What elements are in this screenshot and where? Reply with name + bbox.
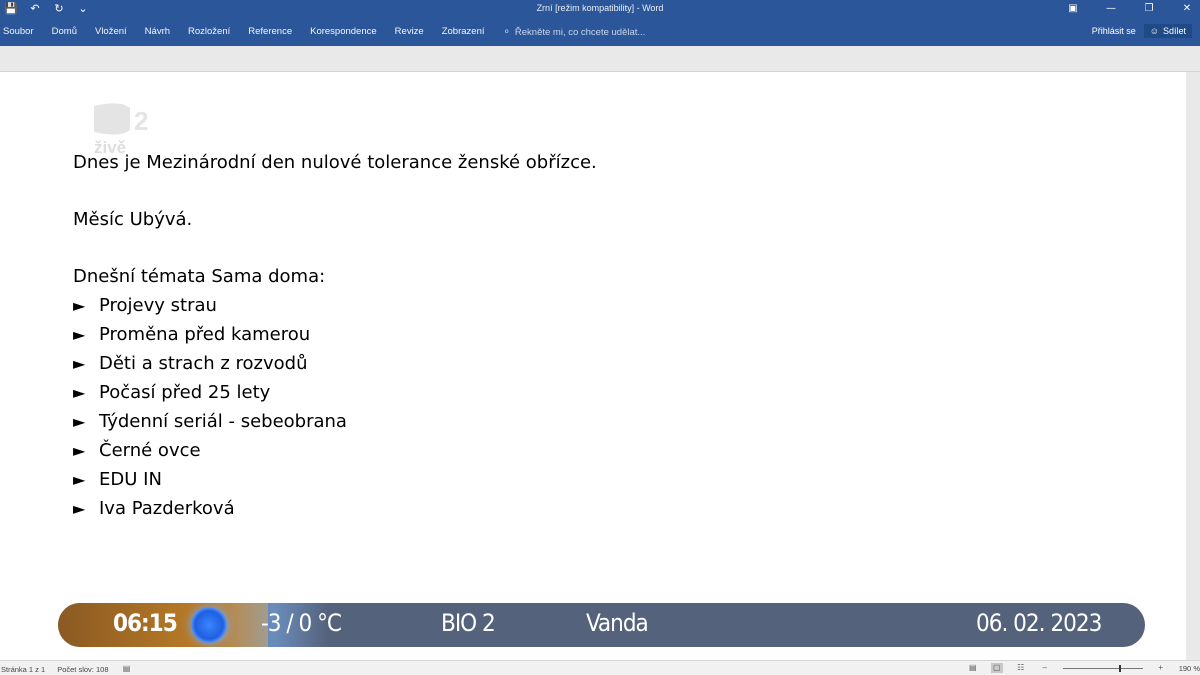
list-item: ► Týdenní seriál - sebeobrana — [73, 407, 597, 436]
zoom-out-icon[interactable]: – — [1039, 663, 1051, 673]
ribbon-tabs: Soubor Domů Vložení Návrh Rozložení Refe… — [0, 26, 654, 40]
paragraph-moon: Měsíc Ubývá. — [73, 209, 193, 230]
bullet-arrow-icon: ► — [73, 354, 86, 373]
status-right: ▤ ▢ ☷ – + 190 % — [967, 663, 1200, 673]
list-item-text: Proměna před kamerou — [99, 324, 311, 345]
tab-insert[interactable]: Vložení — [86, 26, 136, 40]
word-count[interactable]: Počet slov: 108 — [57, 665, 108, 674]
list-item: ► Proměna před kamerou — [73, 320, 597, 349]
window-controls: ▣ — ❐ ✕ — [1066, 2, 1194, 16]
zoom-in-icon[interactable]: + — [1155, 663, 1167, 673]
document-body[interactable]: Dnes je Mezinárodní den nulové tolerance… — [73, 148, 597, 523]
read-mode-icon[interactable]: ▤ — [967, 663, 979, 673]
list-item-text: Iva Pazderková — [99, 498, 235, 519]
ticker-time: 06:15 — [113, 609, 178, 637]
proofing-icon[interactable]: ▤ — [120, 664, 132, 674]
web-layout-icon[interactable]: ☷ — [1015, 663, 1027, 673]
zoom-level[interactable]: 190 % — [1179, 664, 1200, 673]
paragraph-intl-day: Dnes je Mezinárodní den nulové tolerance… — [73, 152, 597, 173]
bullet-arrow-icon: ► — [73, 412, 86, 431]
list-item: ► Iva Pazderková — [73, 494, 597, 523]
ribbon-display-icon[interactable]: ▣ — [1066, 2, 1080, 16]
status-left: Stránka 1 z 1 Počet slov: 108 ▤ — [1, 664, 132, 674]
ribbon: Soubor Domů Vložení Návrh Rozložení Refe… — [0, 20, 1200, 46]
zoom-slider-knob[interactable] — [1118, 664, 1121, 672]
tab-file[interactable]: Soubor — [0, 26, 43, 40]
tell-me-box[interactable]: ⚬ Řekněte mi, co chcete udělat... — [494, 26, 655, 40]
document-title: Zrní [režim kompatibility] - Word — [536, 3, 664, 13]
list-item: ► Děti a strach z rozvodů — [73, 349, 597, 378]
weather-orb-icon — [191, 607, 227, 643]
ticker-channel: BIO 2 — [441, 609, 496, 637]
list-item: ► EDU IN — [73, 465, 597, 494]
list-item-text: Počasí před 25 lety — [99, 382, 271, 403]
empty-line — [73, 177, 597, 205]
title-bar: 💾 ↶ ↻ ⌄ Zrní [režim kompatibility] - Wor… — [0, 0, 1200, 20]
status-bar: Stránka 1 z 1 Počet slov: 108 ▤ ▤ ▢ ☷ – … — [0, 660, 1200, 675]
ribbon-account: Přihlásit se ☺ Sdílet — [1092, 24, 1192, 38]
sign-in-link[interactable]: Přihlásit se — [1092, 26, 1136, 36]
bullet-arrow-icon: ► — [73, 499, 86, 518]
tv-info-ticker: 06:15 -3 / 0 °C BIO 2 Vanda 06. 02. 2023 — [58, 603, 1145, 647]
zoom-slider[interactable] — [1062, 664, 1143, 672]
share-label: Sdílet — [1162, 26, 1186, 36]
bullet-arrow-icon: ► — [73, 470, 86, 489]
tab-design[interactable]: Návrh — [136, 26, 179, 40]
list-item: ► Počasí před 25 lety — [73, 378, 597, 407]
svg-text:2: 2 — [134, 106, 148, 136]
ticker-date: 06. 02. 2023 — [976, 609, 1102, 637]
list-item: ► Černé ovce — [73, 436, 597, 465]
print-layout-icon[interactable]: ▢ — [990, 663, 1003, 673]
tab-references[interactable]: Reference — [239, 26, 301, 40]
vertical-scrollbar[interactable] — [1186, 72, 1200, 660]
ruler-area — [0, 46, 1200, 72]
empty-line — [73, 234, 597, 262]
ticker-name-day: Vanda — [586, 609, 649, 637]
person-icon: ☺ — [1149, 26, 1159, 36]
bullet-arrow-icon: ► — [73, 296, 86, 315]
tab-home[interactable]: Domů — [43, 26, 86, 40]
restore-icon[interactable]: ❐ — [1142, 2, 1156, 16]
document-page[interactable]: 2 živě Dnes je Mezinárodní den nulové to… — [0, 72, 1186, 660]
tab-mailings[interactable]: Korespondence — [301, 26, 386, 40]
bullet-arrow-icon: ► — [73, 383, 86, 402]
list-item-text: EDU IN — [99, 469, 162, 490]
tell-me-text: Řekněte mi, co chcete udělat... — [514, 27, 646, 38]
minimize-icon[interactable]: — — [1104, 2, 1118, 16]
tab-review[interactable]: Revize — [386, 26, 433, 40]
list-item-text: Černé ovce — [99, 440, 201, 461]
list-item-text: Týdenní seriál - sebeobrana — [99, 411, 347, 432]
list-item-text: Projevy strau — [99, 295, 217, 316]
bullet-arrow-icon: ► — [73, 325, 86, 344]
bullet-arrow-icon: ► — [73, 441, 86, 460]
ticker-temperature: -3 / 0 °C — [261, 609, 342, 637]
list-item-text: Děti a strach z rozvodů — [99, 353, 308, 374]
list-item: ► Projevy strau — [73, 291, 597, 320]
share-button[interactable]: ☺ Sdílet — [1143, 24, 1192, 38]
page-count[interactable]: Stránka 1 z 1 — [1, 665, 45, 674]
close-icon[interactable]: ✕ — [1180, 2, 1194, 16]
tab-layout[interactable]: Rozložení — [179, 26, 239, 40]
ct2-logo-icon: 2 — [94, 103, 148, 136]
tab-view[interactable]: Zobrazení — [433, 26, 494, 40]
lightbulb-icon: ⚬ — [502, 27, 511, 38]
paragraph-topics-heading: Dnešní témata Sama doma: — [73, 266, 326, 287]
